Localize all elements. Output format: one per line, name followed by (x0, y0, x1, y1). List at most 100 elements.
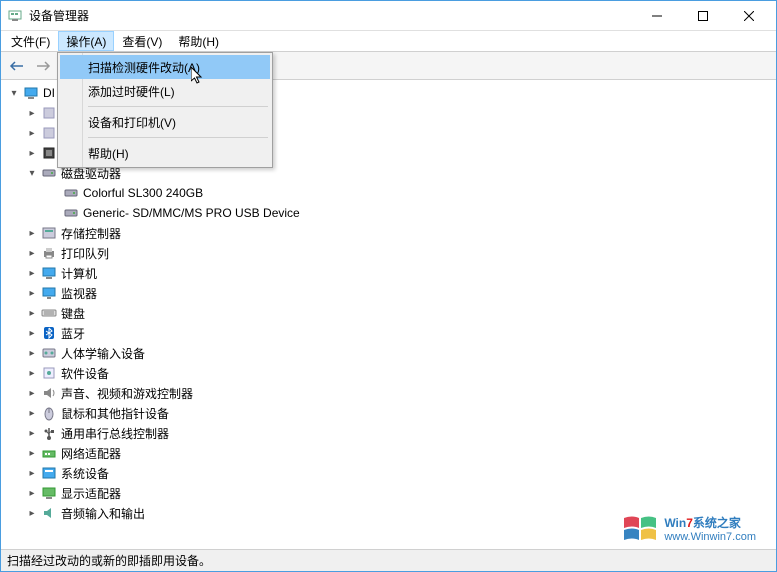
tree-node[interactable]: ▸ 蓝牙 (1, 323, 776, 343)
expander-icon[interactable]: ▸ (25, 486, 39, 500)
expander-icon[interactable]: ▸ (25, 266, 39, 280)
tree-node[interactable]: ▸ 网络适配器 (1, 443, 776, 463)
node-label: 键盘 (61, 305, 85, 322)
node-label: 音频输入和输出 (61, 505, 145, 522)
node-label: 软件设备 (61, 365, 109, 382)
menu-file[interactable]: 文件(F) (3, 31, 58, 51)
watermark-num: 7 (686, 516, 693, 530)
expander-icon[interactable]: ▸ (25, 506, 39, 520)
printer-icon (41, 245, 57, 261)
action-dropdown: 扫描检测硬件改动(A) 添加过时硬件(L) 设备和打印机(V) 帮助(H) (57, 52, 273, 168)
node-label: 蓝牙 (61, 325, 85, 342)
window-controls (634, 1, 772, 31)
expander-icon[interactable]: ▸ (25, 246, 39, 260)
tree-node[interactable]: ▸ 键盘 (1, 303, 776, 323)
expander-icon[interactable]: ▸ (25, 146, 39, 160)
tree-node[interactable]: ▸打印队列 (1, 243, 776, 263)
tree-node[interactable]: ▸ 系统设备 (1, 463, 776, 483)
expander-icon[interactable]: ▸ (25, 366, 39, 380)
maximize-button[interactable] (680, 1, 726, 31)
menu-devices-printers[interactable]: 设备和打印机(V) (60, 110, 270, 134)
sound-icon (41, 385, 57, 401)
watermark-suffix: 系统之家 (693, 516, 741, 530)
tree-node[interactable]: ▸ 显示适配器 (1, 483, 776, 503)
tree-node[interactable]: ▸ 软件设备 (1, 363, 776, 383)
generic-icon (41, 105, 57, 121)
expander-icon[interactable]: ▸ (25, 106, 39, 120)
expander-icon[interactable]: ▾ (25, 166, 39, 180)
tree-node[interactable]: ▸ 监视器 (1, 283, 776, 303)
menu-help[interactable]: 帮助(H) (170, 31, 227, 51)
node-label: 人体学输入设备 (61, 345, 145, 362)
hid-icon (41, 345, 57, 361)
tree-node[interactable]: Colorful SL300 240GB (1, 183, 776, 203)
tree-node[interactable]: ▸ 通用串行总线控制器 (1, 423, 776, 443)
expander-icon[interactable]: ▸ (25, 426, 39, 440)
expander-icon[interactable]: ▸ (25, 406, 39, 420)
status-text: 扫描经过改动的或新的即插即用设备。 (7, 552, 211, 569)
system-icon (41, 465, 57, 481)
disk-icon (41, 165, 57, 181)
node-label: 监视器 (61, 285, 97, 302)
expander-icon[interactable]: ▸ (25, 126, 39, 140)
menu-scan-hardware[interactable]: 扫描检测硬件改动(A) (60, 55, 270, 79)
monitor-icon (41, 285, 57, 301)
close-button[interactable] (726, 1, 772, 31)
expander-icon[interactable]: ▸ (25, 286, 39, 300)
window-title: 设备管理器 (29, 7, 634, 24)
menu-item-label: 帮助(H) (88, 145, 129, 162)
usb-icon (41, 425, 57, 441)
expander-icon[interactable]: ▸ (25, 466, 39, 480)
tree-node[interactable]: ▸ 人体学输入设备 (1, 343, 776, 363)
forward-button[interactable] (31, 54, 55, 78)
software-icon (41, 365, 57, 381)
node-label: Colorful SL300 240GB (83, 186, 203, 200)
watermark: Win7系统之家 www.Winwin7.com (622, 515, 756, 543)
node-label: Generic- SD/MMC/MS PRO USB Device (83, 206, 300, 220)
node-label: 存储控制器 (61, 225, 121, 242)
expander-icon[interactable]: ▸ (25, 306, 39, 320)
node-label: 系统设备 (61, 465, 109, 482)
node-label: 通用串行总线控制器 (61, 425, 169, 442)
node-label: 显示适配器 (61, 485, 121, 502)
titlebar: 设备管理器 (1, 1, 776, 31)
back-button[interactable] (5, 54, 29, 78)
expander-icon[interactable]: ▸ (25, 226, 39, 240)
node-label: DI (43, 86, 55, 100)
menu-item-label: 添加过时硬件(L) (88, 83, 175, 100)
expander-icon[interactable]: ▾ (7, 86, 21, 100)
menu-separator (88, 137, 268, 138)
bluetooth-icon (41, 325, 57, 341)
expander-icon[interactable]: ▸ (25, 346, 39, 360)
mouse-icon (41, 405, 57, 421)
tree-node[interactable]: ▸ 存储控制器 (1, 223, 776, 243)
computer-icon (23, 85, 39, 101)
menubar: 文件(F) 操作(A) 查看(V) 帮助(H) (1, 31, 776, 52)
cpu-icon (41, 145, 57, 161)
node-label: 计算机 (61, 265, 97, 282)
tree-node[interactable]: ▸ 计算机 (1, 263, 776, 283)
storage-icon (41, 225, 57, 241)
watermark-prefix: Win (664, 516, 686, 530)
generic-icon (41, 125, 57, 141)
menu-action[interactable]: 操作(A) (58, 31, 114, 51)
menu-help[interactable]: 帮助(H) (60, 141, 270, 165)
computer-icon (41, 265, 57, 281)
display-icon (41, 485, 57, 501)
tree-node[interactable]: Generic- SD/MMC/MS PRO USB Device (1, 203, 776, 223)
node-label: 网络适配器 (61, 445, 121, 462)
node-label: 鼠标和其他指针设备 (61, 405, 169, 422)
menu-item-label: 设备和打印机(V) (88, 114, 176, 131)
menu-view[interactable]: 查看(V) (114, 31, 170, 51)
node-label: 声音、视频和游戏控制器 (61, 385, 193, 402)
expander-icon[interactable]: ▸ (25, 446, 39, 460)
expander-icon[interactable]: ▸ (25, 326, 39, 340)
tree-node[interactable]: ▸ 声音、视频和游戏控制器 (1, 383, 776, 403)
disk-icon (63, 205, 79, 221)
expander-icon[interactable]: ▸ (25, 386, 39, 400)
network-icon (41, 445, 57, 461)
menu-add-legacy[interactable]: 添加过时硬件(L) (60, 79, 270, 103)
menu-item-label: 扫描检测硬件改动(A) (88, 59, 200, 76)
minimize-button[interactable] (634, 1, 680, 31)
tree-node[interactable]: ▸ 鼠标和其他指针设备 (1, 403, 776, 423)
